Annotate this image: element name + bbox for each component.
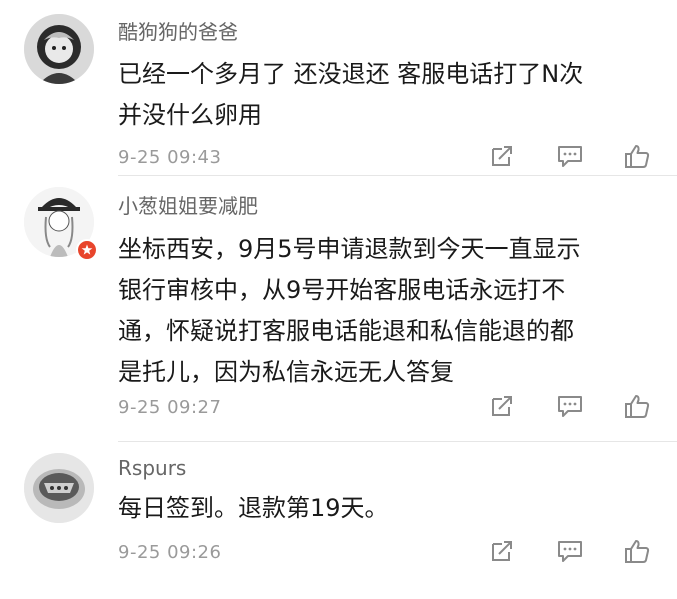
comment-timestamp: 9-25 09:26 — [118, 542, 222, 563]
comment-icon[interactable] — [555, 392, 585, 420]
comment-username[interactable]: 小葱姐姐要减肥 — [118, 193, 258, 219]
comment-text-line: 并没什么卵用 — [118, 101, 262, 129]
thumbs-up-icon[interactable] — [622, 537, 652, 565]
star-icon — [76, 239, 98, 261]
comment-timestamp: 9-25 09:43 — [118, 147, 222, 168]
comment-text-line: 每日签到。退款第19天。 — [118, 494, 389, 522]
share-icon[interactable] — [488, 392, 518, 420]
comment-timestamp: 9-25 09:27 — [118, 397, 222, 418]
share-icon[interactable] — [488, 537, 518, 565]
comment-username[interactable]: Rspurs — [118, 455, 186, 481]
comment-text-line: 已经一个多月了 还没退还 客服电话打了N次 — [118, 60, 584, 88]
comment-text-line: 银行审核中，从9号开始客服电话永远打不 — [118, 276, 566, 304]
comment-text-line: 通，怀疑说打客服电话能退和私信能退的都 — [118, 317, 574, 345]
avatar[interactable] — [24, 453, 94, 523]
divider — [118, 441, 677, 442]
thumbs-up-icon[interactable] — [622, 142, 652, 170]
comment-text: 每日签到。退款第19天。 — [118, 488, 658, 529]
comment-username[interactable]: 酷狗狗的爸爸 — [118, 19, 238, 45]
divider — [118, 175, 677, 176]
comment-text-line: 是托儿，因为私信永远无人答复 — [118, 358, 454, 386]
avatar[interactable] — [24, 14, 94, 84]
comment-icon[interactable] — [555, 537, 585, 565]
comment-text: 坐标西安，9月5号申请退款到今天一直显示 银行审核中，从9号开始客服电话永远打不… — [118, 229, 658, 393]
share-icon[interactable] — [488, 142, 518, 170]
comment-text-line: 坐标西安，9月5号申请退款到今天一直显示 — [118, 235, 581, 263]
comment-text: 已经一个多月了 还没退还 客服电话打了N次 并没什么卵用 — [118, 54, 658, 136]
thumbs-up-icon[interactable] — [622, 392, 652, 420]
comment-icon[interactable] — [555, 142, 585, 170]
